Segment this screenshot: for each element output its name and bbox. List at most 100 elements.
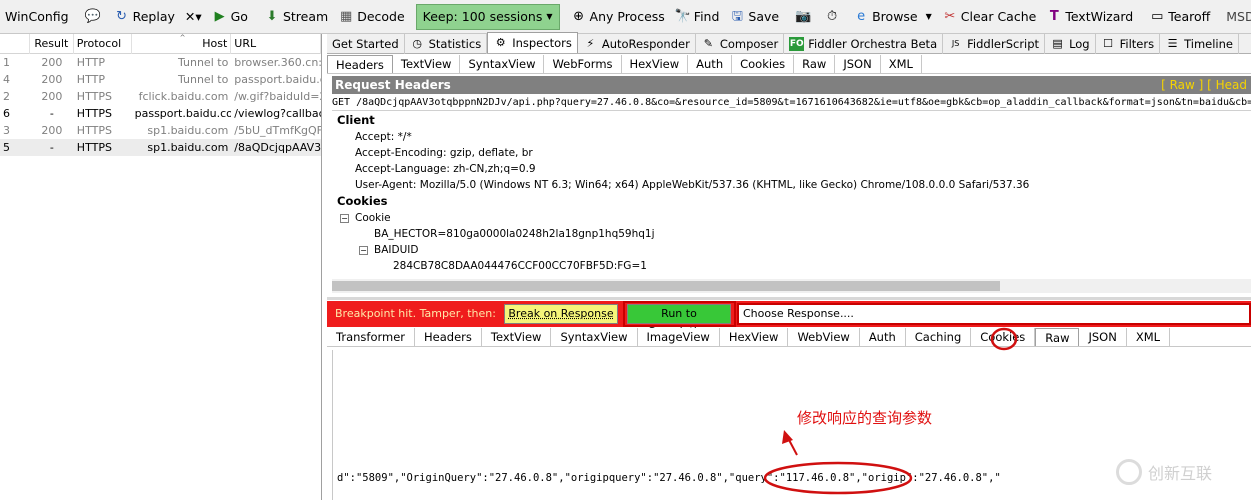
- find-button[interactable]: 🔭 Find: [670, 5, 725, 29]
- response-tab-textview[interactable]: TextView: [482, 328, 552, 346]
- tab-label: Statistics: [428, 37, 482, 51]
- request-tab-json[interactable]: JSON: [835, 55, 881, 73]
- session-row[interactable]: 2 200 HTTPS fclick.baidu.com/w.gif?baiduId=…: [0, 88, 321, 105]
- choose-response-dropdown[interactable]: Choose Response....: [737, 303, 1251, 325]
- headers-tree: Client Accept: */* Accept-Encoding: gzip…: [332, 112, 1251, 272]
- column-header-protocol[interactable]: Protocol: [74, 34, 132, 54]
- save-button[interactable]: 🖫 Save: [724, 5, 784, 29]
- textwizard-button[interactable]: T TextWizard: [1041, 5, 1138, 29]
- decode-label: Decode: [357, 9, 405, 24]
- comment-button[interactable]: 💬: [80, 5, 109, 29]
- remove-button[interactable]: ✕▾: [180, 5, 207, 29]
- response-tab-cookies[interactable]: Cookies: [971, 328, 1036, 346]
- header-accept[interactable]: Accept: */*: [332, 129, 1251, 145]
- tab-get-started[interactable]: Get Started: [327, 34, 405, 54]
- winconfig-button[interactable]: WinConfig: [0, 5, 74, 29]
- column-header-host[interactable]: ^ Host: [132, 34, 232, 54]
- baiduid-value[interactable]: 284CB78C8DAA044476CCF00CC70FBF5D:FG=1: [332, 258, 1251, 274]
- decode-button[interactable]: ▦ Decode: [333, 5, 409, 29]
- request-tab-syntaxview[interactable]: SyntaxView: [460, 55, 545, 73]
- header-accept-encoding[interactable]: Accept-Encoding: gzip, deflate, br: [332, 145, 1251, 161]
- response-raw-text[interactable]: d":"5809","OriginQuery":"27.46.0.8","ori…: [337, 472, 1001, 484]
- tab-filters[interactable]: ☐ Filters: [1096, 34, 1161, 54]
- tearoff-button[interactable]: ▭ Tearoff: [1144, 5, 1215, 29]
- header-user-agent[interactable]: User-Agent: Mozilla/5.0 (Windows NT 6.3;…: [332, 177, 1251, 193]
- column-header-result[interactable]: Result: [30, 34, 74, 54]
- cookie-node[interactable]: − Cookie: [332, 210, 1251, 226]
- cookie-ba-hector[interactable]: BA_HECTOR=810ga0000la0248h2la18gnp1hq59h…: [332, 226, 1251, 242]
- session-row[interactable]: 4 200 HTTP Tunnel to passport.baidu.c: [0, 71, 321, 88]
- request-tab-auth[interactable]: Auth: [688, 55, 733, 73]
- replay-button[interactable]: ↻ Replay: [109, 5, 180, 29]
- session-cell-result: 200: [41, 73, 63, 86]
- session-cell-host: fclick.baidu.com: [138, 90, 229, 103]
- request-tab-xml[interactable]: XML: [881, 55, 922, 73]
- column-header-host-label: Host: [202, 36, 228, 50]
- tab-icon: ☐: [1103, 37, 1114, 50]
- response-tab-imageview[interactable]: ImageView: [638, 328, 720, 346]
- tab-label: Get Started: [332, 37, 399, 51]
- raw-header-links[interactable]: [ Raw ] [ Head: [1161, 76, 1247, 94]
- clear-cache-icon: ✂: [944, 8, 956, 24]
- column-header-num[interactable]: [0, 34, 30, 54]
- response-tab-auth[interactable]: Auth: [860, 328, 906, 346]
- session-cell-result: 200: [41, 124, 63, 137]
- clear-cache-button[interactable]: ✂ Clear Cache: [937, 5, 1042, 29]
- response-tab-headers[interactable]: Headers: [415, 328, 482, 346]
- session-row[interactable]: 6 - HTTPS passport.baidu.com/viewlog?callba…: [0, 105, 321, 122]
- browse-button[interactable]: e Browse ▼: [848, 5, 937, 29]
- request-tab-hexview[interactable]: HexView: [622, 55, 689, 73]
- horizontal-scrollbar[interactable]: [332, 279, 1251, 293]
- chevron-down-icon: ▼: [925, 12, 932, 21]
- watermark-text: 创新互联: [1148, 464, 1213, 483]
- response-tab-transformer[interactable]: Transformer: [327, 328, 416, 346]
- tab-label: Filters: [1119, 37, 1155, 51]
- column-header-url[interactable]: URL: [231, 34, 321, 54]
- response-tab-hexview[interactable]: HexView: [720, 328, 789, 346]
- msdn-search-input[interactable]: MSDN Search...: [1221, 5, 1251, 29]
- session-cell-url: /8aQDcjqpAAV3o: [234, 141, 322, 154]
- tab-inspectors[interactable]: ⚙ Inspectors: [487, 32, 578, 53]
- header-accept-language[interactable]: Accept-Language: zh-CN,zh;q=0.9: [332, 161, 1251, 177]
- baiduid-node[interactable]: − BAIDUID: [332, 242, 1251, 258]
- screenshot-button[interactable]: 📷: [790, 5, 819, 29]
- splitter[interactable]: [327, 297, 1251, 300]
- tab-icon: FO: [789, 37, 805, 51]
- response-tab-json[interactable]: JSON: [1079, 328, 1127, 346]
- session-cell-url: /5bU_dTmfKgQF.: [234, 124, 322, 137]
- response-tab-webview[interactable]: WebView: [788, 328, 860, 346]
- tab-fiddlerscript[interactable]: JS FiddlerScript: [943, 34, 1046, 54]
- tab-fiddler-orchestra-beta[interactable]: FO Fiddler Orchestra Beta: [784, 34, 944, 54]
- session-row[interactable]: 3 200 HTTPS sp1.baidu.com/5bU_dTmfKgQF.: [0, 122, 321, 139]
- request-headers-label: Request Headers: [335, 78, 451, 92]
- tab-log[interactable]: ▤ Log: [1045, 34, 1096, 54]
- collapse-icon[interactable]: −: [340, 213, 349, 223]
- request-tab-cookies[interactable]: Cookies: [732, 55, 795, 73]
- response-tab-syntaxview[interactable]: SyntaxView: [551, 328, 638, 346]
- go-button[interactable]: ▶ Go: [207, 5, 253, 29]
- collapse-icon[interactable]: −: [359, 245, 368, 255]
- timer-button[interactable]: ⏱: [819, 5, 848, 29]
- response-tab-xml[interactable]: XML: [1127, 328, 1171, 346]
- stream-button[interactable]: ⬇ Stream: [259, 5, 333, 29]
- session-row[interactable]: 5 - HTTPS sp1.baidu.com/8aQDcjqpAAV3o: [0, 139, 321, 156]
- keep-sessions-dropdown[interactable]: Keep: 100 sessions ▼: [415, 3, 560, 30]
- scrollbar-thumb[interactable]: [332, 281, 1000, 291]
- tab-statistics[interactable]: ◷ Statistics: [405, 34, 488, 54]
- response-tab-raw[interactable]: Raw: [1035, 328, 1080, 346]
- break-on-response-button[interactable]: Break on Response: [504, 304, 618, 324]
- tab-composer[interactable]: ✎ Composer: [696, 34, 785, 54]
- session-row[interactable]: 1 200 HTTP Tunnel to browser.360.cn:4: [0, 54, 321, 71]
- request-tab-textview[interactable]: TextView: [393, 55, 461, 73]
- tab-label: Timeline: [1184, 37, 1233, 51]
- run-to-completion-button[interactable]: Run to Completion: [627, 304, 731, 338]
- tab-label: Inspectors: [512, 36, 572, 50]
- any-process-button[interactable]: ⊕ Any Process: [566, 5, 670, 29]
- request-tab-webforms[interactable]: WebForms: [544, 55, 622, 73]
- request-tab-headers[interactable]: Headers: [327, 55, 393, 73]
- tab-timeline[interactable]: ☰ Timeline: [1160, 34, 1239, 54]
- request-tab-raw[interactable]: Raw: [794, 55, 836, 73]
- sessions-rows: 1 200 HTTP Tunnel to browser.360.cn:4 4 200 HTT…: [0, 54, 321, 156]
- response-tab-caching[interactable]: Caching: [906, 328, 972, 346]
- tab-autoresponder[interactable]: ⚡ AutoResponder: [578, 34, 696, 54]
